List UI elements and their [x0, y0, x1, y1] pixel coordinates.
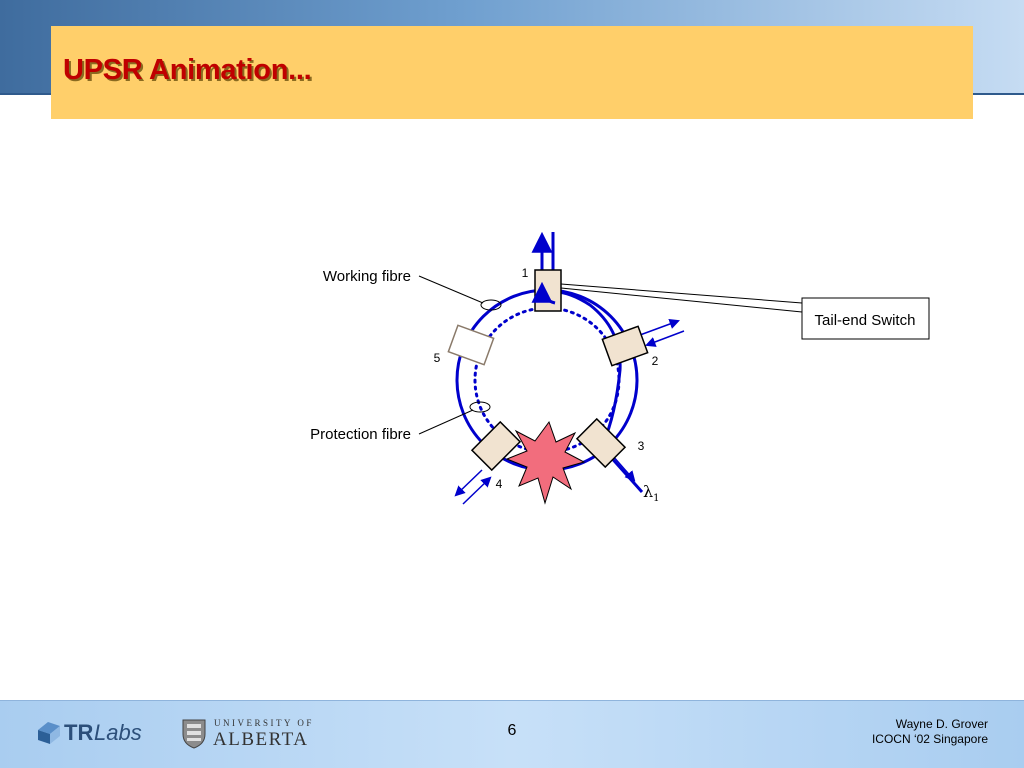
trlabs-cube-icon — [38, 722, 60, 744]
trlabs-labs-text: Labs — [94, 720, 142, 745]
alberta-university-of-text: UNIVERSITY OF — [214, 718, 314, 728]
node-3-number: 3 — [638, 439, 645, 453]
node-4-number: 4 — [496, 477, 503, 491]
protection-fibre-label: Protection fibre — [310, 426, 411, 443]
tail-end-switch-label: Tail-end Switch — [815, 312, 916, 329]
node-5-number: 5 — [434, 351, 441, 365]
working-fibre-leader — [418, 275, 484, 304]
university-of-alberta-logo: UNIVERSITY OF ALBERTA — [182, 718, 314, 750]
node-1-box — [534, 269, 562, 312]
node4-arrow-out — [454, 469, 483, 497]
wavelength-label: λ1 — [643, 482, 660, 504]
upsr-ring-diagram: Tail-end Switch Working fibre Protection… — [310, 231, 930, 505]
page-number: 6 — [507, 722, 517, 739]
node3-arrow-out — [611, 454, 636, 482]
presenter-info: Wayne D. Grover ICOCN ‘02 Singapore — [872, 717, 988, 747]
author-name: Wayne D. Grover — [895, 717, 988, 731]
node-2-number: 2 — [652, 354, 659, 368]
alberta-crest-icon — [182, 719, 206, 749]
working-fibre-label: Working fibre — [323, 268, 411, 285]
conference-venue: ICOCN ‘02 Singapore — [871, 732, 988, 746]
wavelength-symbol: λ — [643, 482, 653, 501]
footer-divider — [0, 700, 1024, 701]
node2-arrow-out — [639, 318, 680, 336]
node-1-number: 1 — [522, 266, 529, 280]
node2-arrow-in — [645, 330, 685, 347]
node-3-box — [575, 417, 627, 469]
wavelength-subscript: 1 — [653, 493, 659, 504]
alberta-name-text: ALBERTA — [213, 729, 308, 750]
node-5-box — [447, 324, 495, 366]
node4-arrow-in — [462, 476, 492, 505]
fibre-cut-starburst — [505, 420, 586, 505]
trlabs-tr-text: TR — [64, 720, 93, 745]
footer-band: TR Labs UNIVERSITY OF ALBERTA 6 Wayne D.… — [0, 700, 1024, 768]
node-2-box — [601, 325, 649, 367]
protection-fibre-leader — [418, 409, 474, 435]
trlabs-logo: TR Labs — [38, 720, 142, 745]
